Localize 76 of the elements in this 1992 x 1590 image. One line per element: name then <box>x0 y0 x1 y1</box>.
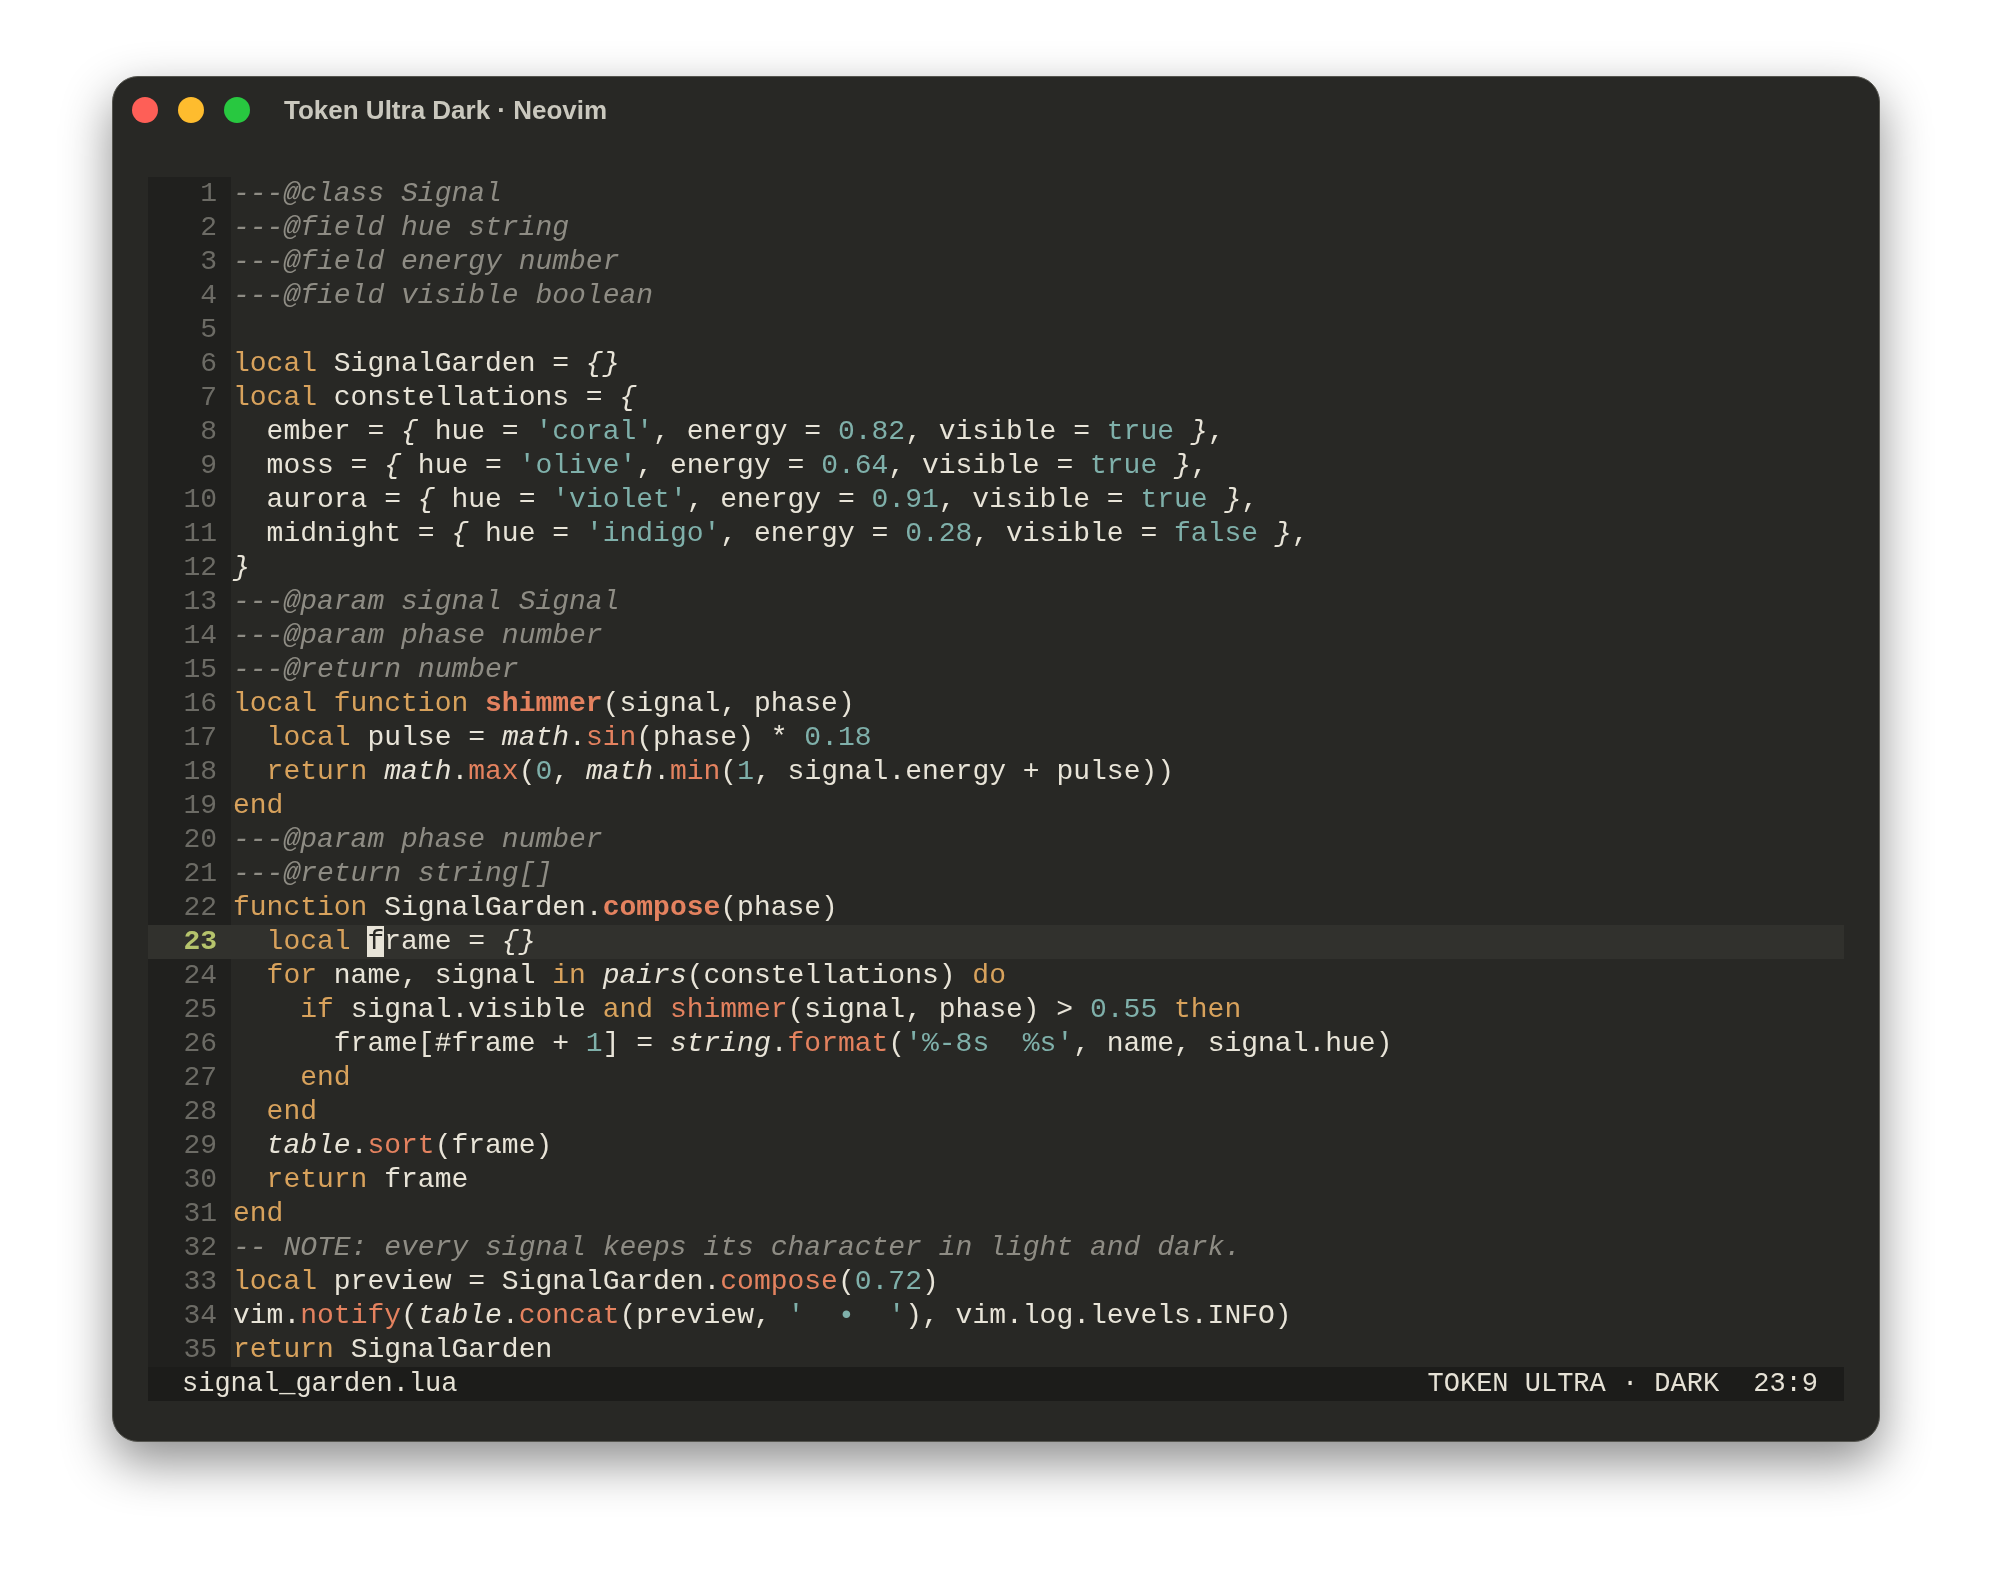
code-line: end <box>232 789 284 823</box>
cursor-position: 23:9 <box>1753 1369 1818 1399</box>
line-number: 25 <box>183 993 218 1027</box>
line-number: 26 <box>183 1027 218 1061</box>
line-number: 33 <box>183 1265 218 1299</box>
line-number: 6 <box>200 347 218 381</box>
code-line: } <box>231 551 250 585</box>
close-button[interactable] <box>132 97 158 123</box>
code-line: local pulse = math.sin(phase) * 0.18 <box>265 721 872 755</box>
code-line: ---@return number <box>232 653 519 687</box>
code-line: -- NOTE: every signal keeps its character in light and dark. <box>232 1231 1242 1265</box>
window-title: Token Ultra Dark · Neovim <box>284 94 608 126</box>
code-line: ---@field hue string <box>232 211 570 245</box>
line-number: 31 <box>183 1197 218 1231</box>
code-line: local constellations = { <box>232 381 637 415</box>
code-line: aurora = { hue = 'violet', energy = 0.91, visible = true }, <box>265 483 1259 517</box>
code-line: ---@field visible boolean <box>232 279 654 313</box>
file-name: signal_garden.lua <box>182 1369 458 1399</box>
code-line: local frame = {} <box>265 925 536 959</box>
line-number: 14 <box>183 619 218 653</box>
code-line: return SignalGarden <box>232 1333 553 1367</box>
line-number: 17 <box>183 721 218 755</box>
line-number: 2 <box>200 211 218 245</box>
line-number: 4 <box>200 279 218 313</box>
code-line: midnight = { hue = 'indigo', energy = 0.28, visible = false }, <box>265 517 1309 551</box>
line-number: 21 <box>183 857 218 891</box>
code-line: end <box>232 1197 284 1231</box>
line-number: 27 <box>183 1061 218 1095</box>
code-line: return frame <box>265 1163 469 1197</box>
line-number: 1 <box>200 177 218 211</box>
line-number: 9 <box>200 449 218 483</box>
line-number: 8 <box>200 415 218 449</box>
code-line: return math.max(0, math.min(1, signal.energy + pulse)) <box>265 755 1175 789</box>
code-line: ---@field energy number <box>232 245 620 279</box>
code-line: end <box>265 1095 317 1129</box>
code-line: end <box>299 1061 351 1095</box>
line-number: 5 <box>200 313 218 347</box>
code-line: ---@param phase number <box>232 619 603 653</box>
line-number: 13 <box>183 585 218 619</box>
code-line: moss = { hue = 'olive', energy = 0.64, visible = true }, <box>265 449 1208 483</box>
line-number: 12 <box>183 551 218 585</box>
code-line: ---@class Signal <box>232 177 502 211</box>
code-line: local preview = SignalGarden.compose(0.72) <box>232 1265 939 1299</box>
code-line: for name, signal in pairs(constellations) do <box>265 959 1006 993</box>
code-line: table.sort(frame) <box>265 1129 553 1163</box>
line-number: 15 <box>183 653 218 687</box>
code-line: function SignalGarden.compose(phase) <box>232 891 838 925</box>
line-number: 10 <box>183 483 218 517</box>
line-number: 35 <box>183 1333 218 1367</box>
code-line: ---@param phase number <box>232 823 603 857</box>
line-number: 3 <box>200 245 218 279</box>
line-number: 20 <box>183 823 218 857</box>
code-line: frame[#frame + 1] = string.format('%-8s %s', name, signal.hue) <box>332 1027 1393 1061</box>
line-number: 18 <box>183 755 218 789</box>
minimize-button[interactable] <box>178 97 204 123</box>
theme-name: TOKEN ULTRA · DARK <box>1427 1369 1720 1399</box>
code-line: ---@param signal Signal <box>232 585 620 619</box>
line-number: 24 <box>183 959 218 993</box>
line-number: 32 <box>183 1231 218 1265</box>
code-line: vim.notify(table.concat(preview, ' • '), vim.log.levels.INFO) <box>232 1299 1292 1333</box>
line-number: 16 <box>183 687 218 721</box>
line-number: 23 <box>183 925 218 959</box>
line-number: 34 <box>183 1299 218 1333</box>
line-number: 29 <box>183 1129 218 1163</box>
zoom-button[interactable] <box>224 97 250 123</box>
code-line: ---@return string[] <box>232 857 553 891</box>
line-number: 19 <box>183 789 218 823</box>
code-line: ember = { hue = 'coral', energy = 0.82, visible = true }, <box>265 415 1225 449</box>
line-number: 30 <box>183 1163 218 1197</box>
code-line: local function shimmer(signal, phase) <box>232 687 855 721</box>
code-line: if signal.visible and shimmer(signal, phase) > 0.55 then <box>299 993 1242 1027</box>
line-number: 22 <box>183 891 218 925</box>
line-number: 11 <box>183 517 218 551</box>
line-number: 7 <box>200 381 218 415</box>
code-line: local SignalGarden = {} <box>232 347 620 381</box>
line-number: 28 <box>183 1095 218 1129</box>
